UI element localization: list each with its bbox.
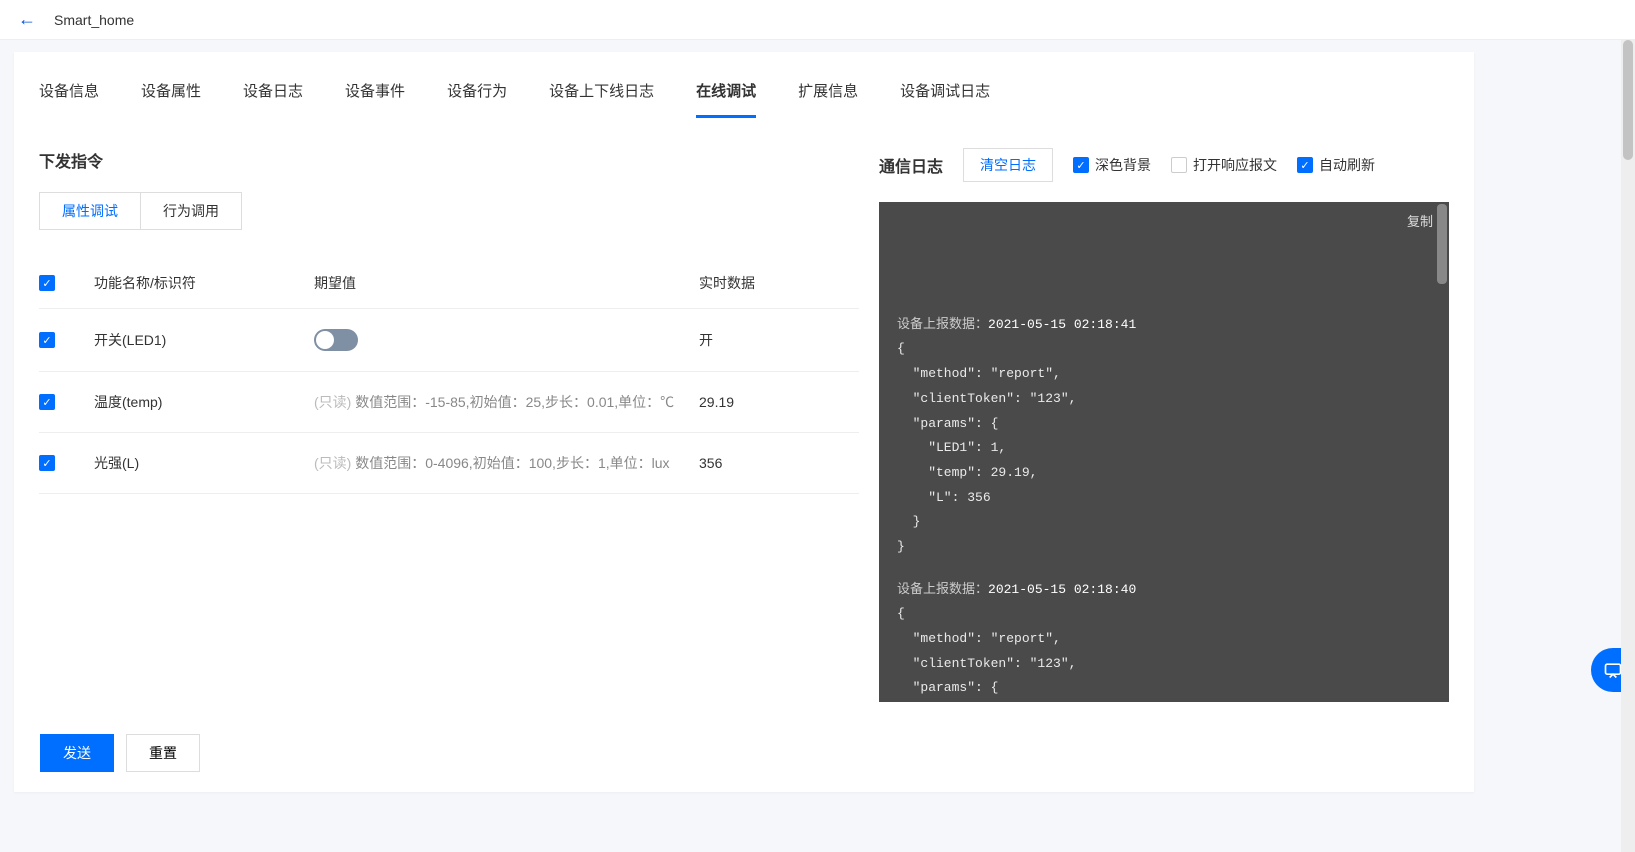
row-expected	[314, 329, 699, 351]
row-name: 开关(LED1)	[94, 330, 314, 350]
left-title: 下发指令	[39, 148, 859, 172]
chat-icon	[1603, 660, 1623, 680]
open-response-checkbox[interactable]: 打开响应报文	[1171, 155, 1277, 175]
page-scrollbar[interactable]	[1621, 40, 1635, 852]
tab-8[interactable]: 设备调试日志	[900, 80, 990, 117]
row-expected: (只读) 数值范围：0-4096,初始值：100,步长：1,单位：lux	[314, 453, 699, 473]
table-header: ✓ 功能名称/标识符 期望值 实时数据	[39, 258, 859, 309]
tab-5[interactable]: 设备上下线日志	[549, 80, 654, 117]
auto-refresh-checkbox[interactable]: ✓ 自动刷新	[1297, 155, 1375, 175]
row-expected: (只读) 数值范围：-15-85,初始值：25,步长：0.01,单位：℃	[314, 392, 699, 412]
row-realtime: 开	[699, 330, 859, 350]
tab-1[interactable]: 设备属性	[141, 80, 201, 117]
right-column: 通信日志 清空日志 ✓ 深色背景 打开响应报文 ✓ 自动刷新 复制	[879, 148, 1449, 702]
row-name: 光强(L)	[94, 453, 314, 473]
check-icon	[1171, 157, 1187, 173]
main-card: 设备信息 设备属性 设备日志 设备事件 设备行为 设备上下线日志 在线调试 扩展信息 设备调试日…	[14, 52, 1474, 792]
send-button[interactable]: 发送	[40, 734, 114, 772]
row-checkbox[interactable]: ✓	[39, 332, 55, 348]
log-entry-body: { "method": "report", "clientToken": "12…	[897, 602, 1431, 702]
table-row: ✓ 开关(LED1) 开	[39, 309, 859, 372]
select-all-checkbox[interactable]: ✓	[39, 275, 55, 291]
tab-7[interactable]: 扩展信息	[798, 80, 858, 117]
log-entry: 设备上报数据：2021-05-15 02:18:41{ "method": "r…	[897, 313, 1431, 560]
check-icon: ✓	[1297, 157, 1313, 173]
left-column: 下发指令 属性调试行为调用 ✓ 功能名称/标识符 期望值 实时数据 ✓ 开关(LE…	[39, 148, 859, 702]
col-header-realtime: 实时数据	[699, 273, 859, 293]
log-header: 通信日志 清空日志 ✓ 深色背景 打开响应报文 ✓ 自动刷新	[879, 148, 1449, 182]
col-header-name: 功能名称/标识符	[94, 273, 314, 293]
mode-tab-0[interactable]: 属性调试	[40, 193, 141, 229]
auto-refresh-label: 自动刷新	[1319, 155, 1375, 175]
col-header-expected: 期望值	[314, 273, 699, 293]
property-table: ✓ 功能名称/标识符 期望值 实时数据 ✓开关(LED1)开✓温度(temp)(…	[39, 258, 859, 494]
back-arrow-icon[interactable]: ←	[18, 9, 36, 30]
log-entry-header: 设备上报数据：2021-05-15 02:18:41	[897, 313, 1431, 338]
table-row: ✓ 光强(L)(只读) 数值范围：0-4096,初始值：100,步长：1,单位：l…	[39, 433, 859, 494]
log-entry-body: { "method": "report", "clientToken": "12…	[897, 337, 1431, 559]
row-checkbox[interactable]: ✓	[39, 455, 55, 471]
row-name: 温度(temp)	[94, 392, 314, 412]
breadcrumb-bar: ← Smart_home	[0, 0, 1635, 40]
log-scrollbar[interactable]	[1437, 202, 1447, 702]
content-area: 下发指令 属性调试行为调用 ✓ 功能名称/标识符 期望值 实时数据 ✓ 开关(LE…	[39, 118, 1449, 702]
toggle-switch[interactable]	[314, 329, 358, 351]
dark-bg-checkbox[interactable]: ✓ 深色背景	[1073, 155, 1151, 175]
tab-6[interactable]: 在线调试	[696, 80, 756, 117]
log-entry: 设备上报数据：2021-05-15 02:18:40{ "method": "r…	[897, 578, 1431, 702]
row-realtime: 29.19	[699, 394, 859, 410]
open-response-label: 打开响应报文	[1193, 155, 1277, 175]
check-icon: ✓	[1073, 157, 1089, 173]
tab-0[interactable]: 设备信息	[39, 80, 99, 117]
action-buttons: 发送 重置	[40, 734, 200, 772]
tab-4[interactable]: 设备行为	[447, 80, 507, 117]
log-title: 通信日志	[879, 153, 943, 177]
row-checkbox[interactable]: ✓	[39, 394, 55, 410]
tab-2[interactable]: 设备日志	[243, 80, 303, 117]
mode-tabs: 属性调试行为调用	[39, 192, 242, 230]
page-scroll-thumb[interactable]	[1623, 40, 1633, 160]
table-row: ✓ 温度(temp)(只读) 数值范围：-15-85,初始值：25,步长：0.01…	[39, 372, 859, 433]
mode-tab-1[interactable]: 行为调用	[141, 193, 241, 229]
log-scroll-thumb[interactable]	[1437, 204, 1447, 284]
log-box[interactable]: 复制 设备上报数据：2021-05-15 02:18:41{ "method":…	[879, 202, 1449, 702]
tab-3[interactable]: 设备事件	[345, 80, 405, 117]
tab-bar: 设备信息 设备属性 设备日志 设备事件 设备行为 设备上下线日志 在线调试 扩展信息 设备调试日…	[39, 52, 1449, 118]
breadcrumb-title: Smart_home	[54, 12, 134, 28]
clear-log-button[interactable]: 清空日志	[963, 148, 1053, 182]
dark-bg-label: 深色背景	[1095, 155, 1151, 175]
reset-button[interactable]: 重置	[126, 734, 200, 772]
row-realtime: 356	[699, 455, 859, 471]
log-entry-header: 设备上报数据：2021-05-15 02:18:40	[897, 578, 1431, 603]
copy-log-button[interactable]: 复制	[1407, 210, 1433, 235]
